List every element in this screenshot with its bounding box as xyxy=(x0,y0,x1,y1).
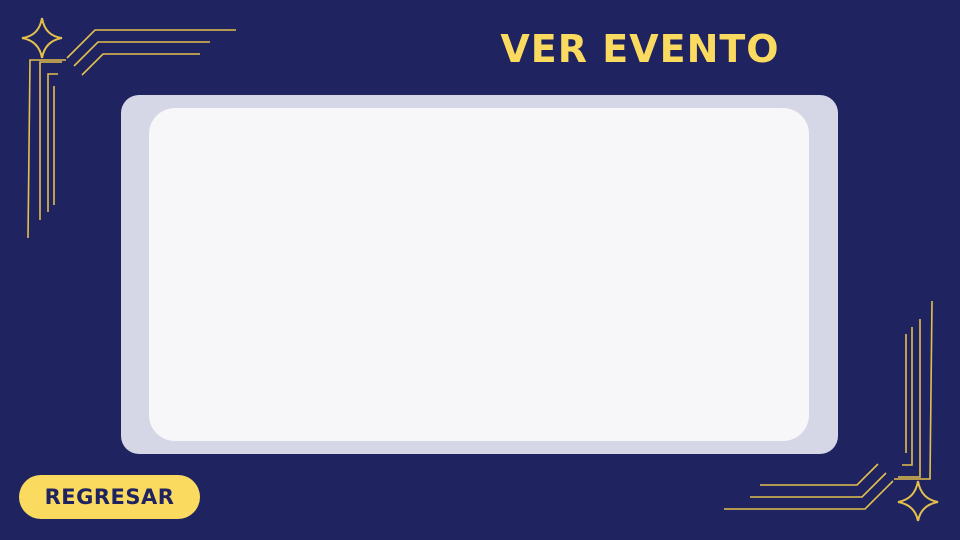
back-button[interactable]: REGRESAR xyxy=(19,475,200,519)
four-point-star-icon xyxy=(21,17,63,59)
event-content-panel xyxy=(149,108,809,441)
page-title: VER EVENTO xyxy=(500,27,780,71)
four-point-star-icon xyxy=(897,480,939,522)
ornament-lines xyxy=(724,300,933,510)
corner-ornament-bottom-right xyxy=(724,300,939,522)
